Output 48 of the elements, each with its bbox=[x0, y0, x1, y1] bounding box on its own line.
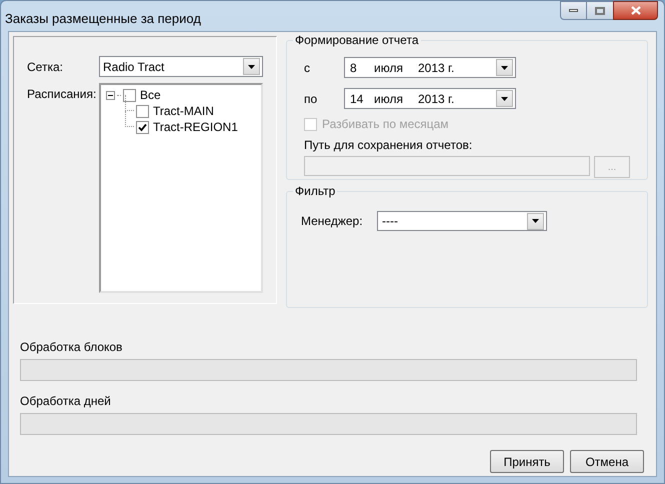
collapse-icon[interactable] bbox=[106, 90, 115, 100]
tree-view[interactable]: Все Tract-MAIN Tract-REGION1 bbox=[99, 83, 263, 293]
date-month: июля bbox=[374, 60, 404, 76]
date-picker[interactable]: 8 июля 2013 г. bbox=[344, 57, 516, 78]
dropdown-button[interactable] bbox=[527, 212, 544, 230]
close-button[interactable] bbox=[613, 1, 658, 20]
checkbox[interactable] bbox=[136, 120, 149, 134]
minimize-button[interactable] bbox=[560, 1, 587, 20]
tree-item[interactable]: Tract-MAIN bbox=[153, 102, 214, 120]
tree-item[interactable]: Tract-REGION1 bbox=[153, 118, 238, 136]
date-month: июля bbox=[374, 90, 404, 108]
dropdown-button[interactable] bbox=[496, 59, 513, 76]
progress-label: Обработка блоков bbox=[20, 339, 124, 356]
dropdown-value: ---- bbox=[382, 213, 399, 230]
path-field[interactable] bbox=[304, 156, 590, 176]
dropdown-button[interactable] bbox=[496, 90, 513, 107]
date-year: 2013 г. bbox=[418, 60, 456, 76]
caret-icon bbox=[501, 96, 508, 100]
maximize-button[interactable] bbox=[587, 1, 613, 20]
caret-icon bbox=[532, 219, 539, 223]
dropdown-field[interactable]: ---- bbox=[377, 211, 547, 231]
field-label: Путь для сохранения отчетов: bbox=[304, 137, 474, 154]
caret-icon bbox=[501, 66, 508, 70]
progress-label: Обработка дней bbox=[20, 393, 112, 410]
field-label: Расписания: bbox=[27, 86, 98, 103]
dropdown-value: Radio Tract bbox=[103, 58, 166, 76]
date-year: 2013 г. bbox=[418, 90, 456, 108]
field-label: Сетка: bbox=[27, 58, 64, 76]
date-picker[interactable]: 14 июля 2013 г. bbox=[344, 88, 516, 109]
dropdown-button[interactable] bbox=[243, 58, 260, 75]
checkbox-label: Разбивать по месяцам bbox=[322, 116, 449, 133]
dialog-button[interactable]: Отмена bbox=[570, 450, 644, 473]
dialog-button[interactable]: Принять bbox=[490, 450, 564, 473]
field-label: с bbox=[304, 60, 311, 76]
checkbox[interactable] bbox=[136, 104, 149, 118]
group-title: Формирование отчета bbox=[293, 33, 420, 47]
close-icon bbox=[630, 6, 640, 15]
group-title: Фильтр bbox=[293, 184, 338, 198]
tree-item[interactable]: Все bbox=[140, 86, 161, 104]
dropdown-field[interactable]: Radio Tract bbox=[99, 56, 263, 77]
field-label: Менеджер: bbox=[301, 213, 364, 230]
date-day: 14 bbox=[350, 90, 374, 108]
window-title: Заказы размещенные за период bbox=[5, 10, 201, 28]
caret-icon bbox=[248, 64, 255, 68]
checkmark-icon bbox=[138, 122, 147, 132]
checkbox[interactable] bbox=[123, 88, 136, 102]
field-label: по bbox=[304, 90, 318, 108]
date-day: 8 bbox=[350, 58, 374, 76]
